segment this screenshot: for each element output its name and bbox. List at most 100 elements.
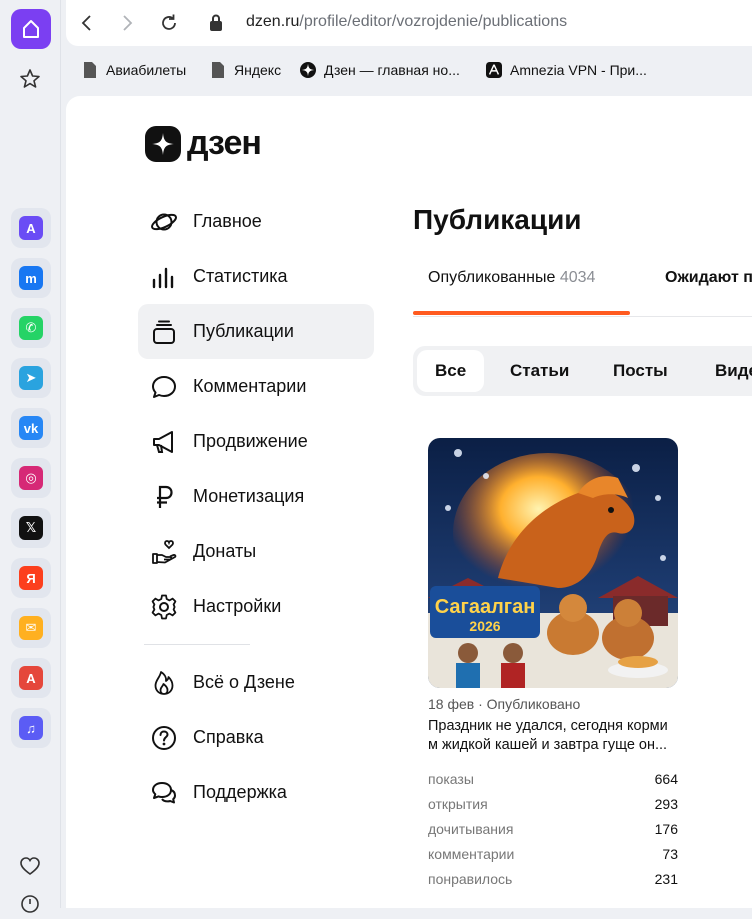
- app-glyph: Я: [19, 566, 43, 590]
- home-icon[interactable]: [11, 9, 51, 49]
- sidebar-item-label: Главное: [193, 211, 262, 231]
- app-glyph: m: [19, 266, 43, 290]
- tab-pending[interactable]: Ожидают п: [665, 269, 752, 287]
- stat-row-comments: комментарии 73: [428, 842, 678, 867]
- url-host: dzen.ru: [246, 13, 300, 30]
- stat-value: 176: [654, 821, 678, 837]
- bar-chart-icon: [150, 263, 178, 291]
- whatsapp-icon[interactable]: ✆: [11, 308, 51, 348]
- browser-sidebar: Am ✆ ➤ vk ◎ 𝕏 Я ✉ A ♫: [0, 0, 61, 913]
- stat-label: комментарии: [428, 846, 515, 862]
- dzen-icon: [300, 61, 316, 79]
- sidebar-item-comment[interactable]: Комментарии: [138, 359, 374, 414]
- planet-icon: [150, 208, 178, 236]
- help-icon: [150, 724, 178, 752]
- bookmark-label: Дзен — главная но...: [324, 62, 460, 78]
- content-filters: Все Статьи Посты Виде: [413, 346, 752, 396]
- stat-label: открытия: [428, 796, 488, 812]
- comment-icon: [150, 373, 178, 401]
- dzen-star-icon: [145, 125, 181, 162]
- sidebar-item-label: Продвижение: [193, 431, 308, 451]
- stat-label: показы: [428, 771, 474, 787]
- aliasing-app-icon[interactable]: A: [11, 208, 51, 248]
- menu-divider: [144, 644, 250, 645]
- filter-posts[interactable]: Посты: [595, 350, 686, 392]
- document-icon: [210, 61, 226, 79]
- bookmark-yandex[interactable]: Яндекс: [210, 60, 281, 80]
- cover-text-year: 2026: [469, 618, 500, 634]
- sidebar-item-donate-hand[interactable]: Донаты: [138, 524, 374, 579]
- vk-icon[interactable]: vk: [11, 408, 51, 448]
- sidebar-item-support-chat[interactable]: Поддержка: [138, 765, 374, 820]
- sidebar-item-ruble[interactable]: Монетизация: [138, 469, 374, 524]
- url-field[interactable]: dzen.ru/profile/editor/vozrojdenie/publi…: [246, 13, 567, 31]
- megaphone-icon: [150, 428, 178, 456]
- publication-meta: 18 фев · Опубликовано: [428, 696, 581, 712]
- active-tab-underline: [413, 311, 630, 315]
- sidebar-item-label: Поддержка: [193, 782, 287, 802]
- x-icon[interactable]: 𝕏: [11, 508, 51, 548]
- cover-text-title: Сагаалган: [435, 596, 536, 618]
- ruble-icon: [150, 483, 178, 511]
- lock-icon[interactable]: [208, 13, 224, 33]
- filter-video[interactable]: Виде: [697, 350, 752, 392]
- sidebar-item-label: Комментарии: [193, 376, 307, 396]
- bookmark-aviabilety[interactable]: Авиабилеты: [82, 60, 186, 80]
- favorites-star-icon[interactable]: [19, 68, 41, 90]
- heart-icon[interactable]: [19, 855, 41, 877]
- app-glyph: ➤: [19, 366, 43, 390]
- mail-icon[interactable]: ✉: [11, 608, 51, 648]
- reload-icon[interactable]: [158, 12, 180, 34]
- filter-all[interactable]: Все: [417, 350, 485, 392]
- sidebar-item-label: Монетизация: [193, 486, 305, 506]
- sidebar-item-flame[interactable]: Всё о Дзене: [138, 655, 374, 710]
- gear-icon: [150, 593, 178, 621]
- music-icon[interactable]: ♫: [11, 708, 51, 748]
- stat-row-likes: понравилось 231: [428, 867, 678, 892]
- bookmarks-bar: Авиабилеты Яндекс Дзен — главная но... A…: [66, 52, 752, 88]
- tab-published[interactable]: Опубликованные 4034: [428, 269, 595, 287]
- sidebar-item-bar-chart[interactable]: Статистика: [138, 249, 374, 304]
- bookmark-dzen[interactable]: Дзен — главная но...: [300, 60, 460, 80]
- forward-arrow-icon[interactable]: [116, 12, 138, 34]
- flame-icon: [150, 669, 178, 697]
- dzen-logo[interactable]: дзен: [145, 124, 262, 163]
- stat-row-views: показы 664: [428, 767, 678, 792]
- sidebar-item-label: Всё о Дзене: [193, 672, 295, 692]
- publication-card[interactable]: Сагаалган 2026 18 фев · Опубликовано Пра…: [428, 438, 678, 892]
- bookmark-amnezia[interactable]: Amnezia VPN - При...: [486, 60, 647, 80]
- sidebar-item-label: Статистика: [193, 266, 288, 286]
- instagram-icon[interactable]: ◎: [11, 458, 51, 498]
- app-glyph: 𝕏: [19, 516, 43, 540]
- app-glyph: A: [19, 216, 43, 240]
- sidebar-apps: Am ✆ ➤ vk ◎ 𝕏 Я ✉ A ♫: [11, 208, 51, 758]
- back-arrow-icon[interactable]: [76, 12, 98, 34]
- publication-cover-image[interactable]: Сагаалган 2026: [428, 438, 678, 688]
- support-chat-icon: [150, 779, 178, 807]
- stat-value: 293: [654, 796, 678, 812]
- publications-icon: [150, 318, 178, 346]
- bookmark-label: Яндекс: [234, 62, 282, 78]
- sidebar-item-publications[interactable]: Публикации: [138, 304, 374, 359]
- app-glyph: ♫: [19, 716, 43, 740]
- sidebar-item-help[interactable]: Справка: [138, 710, 374, 765]
- messenger-icon[interactable]: m: [11, 258, 51, 298]
- translate-icon[interactable]: A: [11, 658, 51, 698]
- bookmark-label: Авиабилеты: [106, 62, 187, 78]
- sidebar-item-megaphone[interactable]: Продвижение: [138, 414, 374, 469]
- amnezia-icon: [486, 61, 502, 79]
- sidebar-item-label: Публикации: [193, 321, 294, 341]
- yandex-icon[interactable]: Я: [11, 558, 51, 598]
- filter-articles[interactable]: Статьи: [492, 350, 587, 392]
- sidebar-item-gear[interactable]: Настройки: [138, 579, 374, 634]
- stat-row-opens: открытия 293: [428, 792, 678, 817]
- telegram-icon[interactable]: ➤: [11, 358, 51, 398]
- publication-title[interactable]: Праздник не удался, сегодня корми м жидк…: [428, 717, 678, 755]
- sidebar-item-planet[interactable]: Главное: [138, 194, 374, 249]
- document-icon: [82, 61, 98, 79]
- address-bar: dzen.ru/profile/editor/vozrojdenie/publi…: [66, 0, 752, 46]
- history-clock-icon[interactable]: [20, 894, 40, 914]
- tab-count: 4034: [559, 269, 596, 286]
- sidebar-item-label: Справка: [193, 727, 264, 747]
- stat-row-readthroughs: дочитывания 176: [428, 817, 678, 842]
